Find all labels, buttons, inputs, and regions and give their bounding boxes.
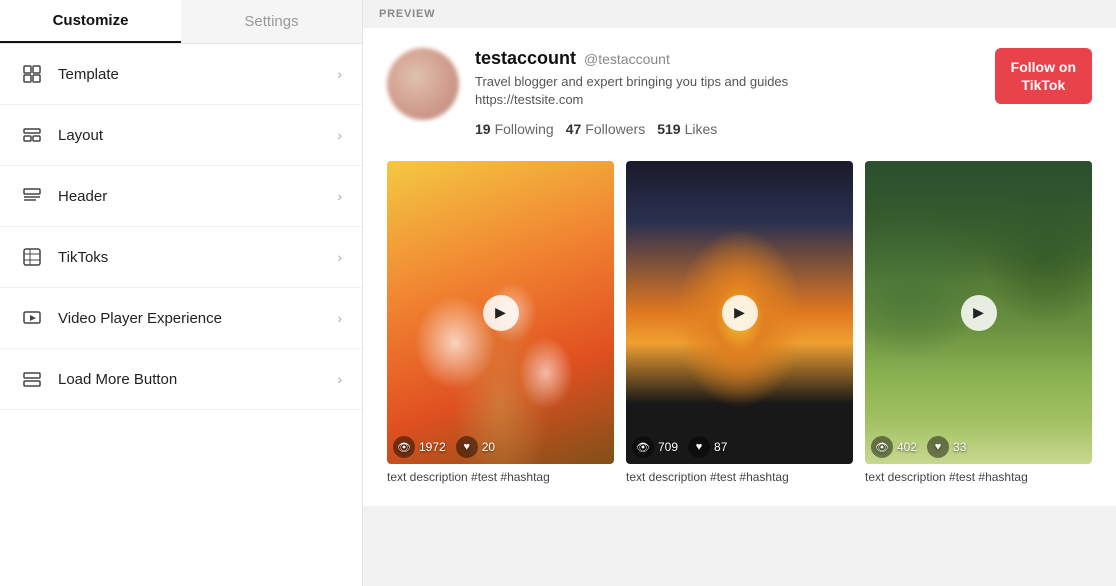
menu-item-video-player[interactable]: Video Player Experience › — [0, 288, 362, 349]
right-panel: PREVIEW testaccount @testaccount Travel … — [363, 0, 1116, 586]
video-item-3[interactable]: ▶ 👁 402 ♥ 33 text description #test #has… — [865, 161, 1092, 485]
video-item-1[interactable]: ▶ 👁 1972 ♥ 20 text description #test #ha… — [387, 161, 614, 485]
profile-info: testaccount @testaccount Travel blogger … — [475, 48, 979, 137]
followers-label: Followers — [585, 121, 645, 137]
tiktoks-icon — [20, 245, 44, 269]
likes-badge-1: ♥ 20 — [456, 436, 495, 458]
profile-section: testaccount @testaccount Travel blogger … — [387, 48, 1092, 137]
profile-bio: Travel blogger and expert bringing you t… — [475, 73, 979, 109]
avatar — [387, 48, 459, 120]
preview-content: testaccount @testaccount Travel blogger … — [363, 28, 1116, 506]
play-button-1[interactable]: ▶ — [483, 295, 519, 331]
video-stats-1: 👁 1972 ♥ 20 — [393, 436, 608, 458]
load-more-icon — [20, 367, 44, 391]
chevron-icon-layout: › — [337, 127, 342, 143]
video-caption-3: text description #test #hashtag — [865, 470, 1092, 486]
chevron-icon-tiktoks: › — [337, 249, 342, 265]
menu-item-layout[interactable]: Layout › — [0, 105, 362, 166]
tab-customize[interactable]: Customize — [0, 0, 181, 43]
chevron-icon-video-player: › — [337, 310, 342, 326]
eye-icon-3: 👁 — [871, 436, 893, 458]
menu-label-load-more: Load More Button — [58, 371, 337, 388]
tab-bar: Customize Settings — [0, 0, 362, 44]
profile-name-row: testaccount @testaccount — [475, 48, 979, 69]
menu-label-layout: Layout — [58, 127, 337, 144]
video-player-icon — [20, 306, 44, 330]
profile-handle: @testaccount — [584, 51, 670, 67]
heart-icon-3: ♥ — [927, 436, 949, 458]
likes-badge-2: ♥ 87 — [688, 436, 727, 458]
video-thumb-2: ▶ 👁 709 ♥ 87 — [626, 161, 853, 464]
layout-icon — [20, 123, 44, 147]
template-icon — [20, 62, 44, 86]
likes-badge-3: ♥ 33 — [927, 436, 966, 458]
follow-tiktok-button[interactable]: Follow onTikTok — [995, 48, 1092, 104]
following-label: Following — [495, 121, 554, 137]
likes-label: Likes — [685, 121, 718, 137]
eye-icon-2: 👁 — [632, 436, 654, 458]
heart-icon-2: ♥ — [688, 436, 710, 458]
menu-label-video-player: Video Player Experience — [58, 310, 337, 327]
following-count: 19 — [475, 121, 491, 137]
video-thumb-1: ▶ 👁 1972 ♥ 20 — [387, 161, 614, 464]
views-badge-2: 👁 709 — [632, 436, 678, 458]
video-stats-2: 👁 709 ♥ 87 — [632, 436, 847, 458]
video-caption-1: text description #test #hashtag — [387, 470, 614, 486]
tab-settings[interactable]: Settings — [181, 0, 362, 43]
chevron-icon-header: › — [337, 188, 342, 204]
preview-label: PREVIEW — [363, 0, 1116, 28]
eye-icon-1: 👁 — [393, 436, 415, 458]
video-thumb-3: ▶ 👁 402 ♥ 33 — [865, 161, 1092, 464]
menu-item-tiktoks[interactable]: TikToks › — [0, 227, 362, 288]
video-caption-2: text description #test #hashtag — [626, 470, 853, 486]
heart-icon-1: ♥ — [456, 436, 478, 458]
menu-item-template[interactable]: Template › — [0, 44, 362, 105]
menu-label-header: Header — [58, 188, 337, 205]
video-grid: ▶ 👁 1972 ♥ 20 text description #test #ha… — [387, 161, 1092, 485]
menu-item-header[interactable]: Header › — [0, 166, 362, 227]
play-button-3[interactable]: ▶ — [961, 295, 997, 331]
views-badge-3: 👁 402 — [871, 436, 917, 458]
video-stats-3: 👁 402 ♥ 33 — [871, 436, 1086, 458]
play-button-2[interactable]: ▶ — [722, 295, 758, 331]
menu-item-load-more[interactable]: Load More Button › — [0, 349, 362, 410]
views-badge-1: 👁 1972 — [393, 436, 446, 458]
menu-label-template: Template — [58, 66, 337, 83]
video-item-2[interactable]: ▶ 👁 709 ♥ 87 text description #test #has… — [626, 161, 853, 485]
left-panel: Customize Settings Template › Layout › H… — [0, 0, 363, 586]
profile-name: testaccount — [475, 48, 576, 69]
followers-count: 47 — [566, 121, 582, 137]
header-icon — [20, 184, 44, 208]
profile-stats: 19 Following 47 Followers 519 Likes — [475, 121, 979, 137]
menu-list: Template › Layout › Header › TikToks › — [0, 44, 362, 586]
menu-label-tiktoks: TikToks — [58, 249, 337, 266]
chevron-icon-template: › — [337, 66, 342, 82]
likes-count: 519 — [657, 121, 680, 137]
chevron-icon-load-more: › — [337, 371, 342, 387]
